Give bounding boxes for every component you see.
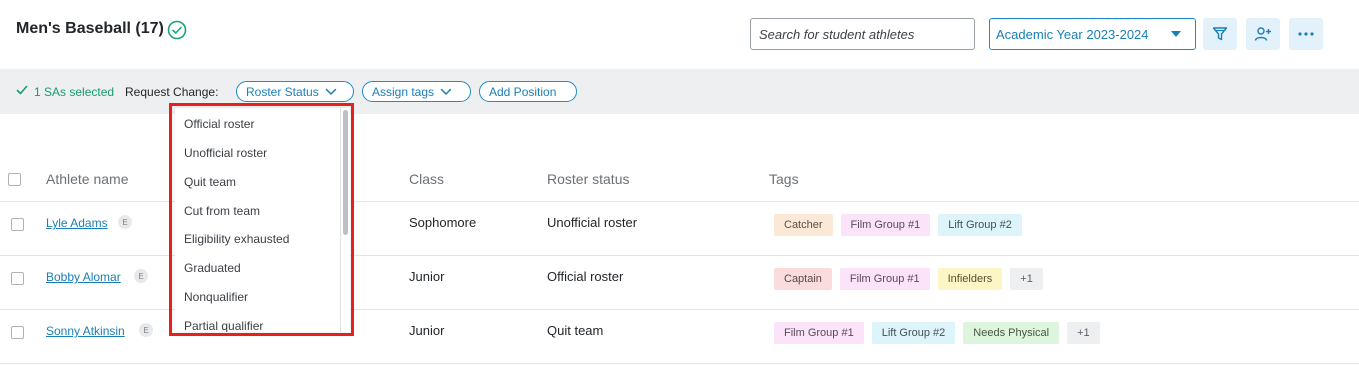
eligibility-badge: E [134,269,148,283]
roster-status-dropdown-button[interactable]: Roster Status [236,81,354,102]
athlete-name-link[interactable]: Lyle Adams [46,216,108,230]
filter-button[interactable] [1203,18,1237,50]
class-cell: Junior [409,269,445,284]
tag-chip: Catcher [774,214,833,236]
academic-year-select[interactable]: Academic Year 2023-2024 [989,18,1196,50]
class-cell: Sophomore [409,215,477,230]
scrollbar-track [340,108,341,332]
tag-list: Captain Film Group #1 Infielders +1 [774,268,1043,290]
add-position-label: Add Position [489,84,557,99]
row-checkbox[interactable] [11,326,24,339]
row-checkbox[interactable] [11,272,24,285]
verified-check-icon [167,20,187,40]
academic-year-value: Academic Year 2023-2024 [996,26,1149,42]
roster-status-menu: Official roster Unofficial roster Quit t… [175,108,350,332]
menu-item-unofficial-roster[interactable]: Unofficial roster [184,146,267,160]
tag-chip: Film Group #1 [840,214,931,236]
select-all-checkbox[interactable] [8,173,21,186]
tag-chip: Needs Physical [963,322,1060,344]
assign-tags-dropdown-button[interactable]: Assign tags [362,81,471,102]
tag-chip: +1 [1010,268,1043,290]
add-user-button[interactable] [1246,18,1280,50]
roster-status-cell: Quit team [547,323,604,338]
selected-count: 1 SAs selected [34,85,115,99]
tag-list: Film Group #1 Lift Group #2 Needs Physical… [774,322,1100,344]
menu-item-official-roster[interactable]: Official roster [184,117,254,131]
caret-down-icon [1171,31,1181,37]
menu-item-cut-from-team[interactable]: Cut from team [184,204,260,218]
eligibility-badge: E [118,215,132,229]
header-class[interactable]: Class [409,171,444,187]
menu-item-partial-qualifier[interactable]: Partial qualifier [184,319,263,332]
menu-item-quit-team[interactable]: Quit team [184,175,236,189]
class-cell: Junior [409,323,445,338]
roster-status-label: Roster Status [246,84,319,99]
chevron-down-icon [325,88,336,95]
tag-chip: Infielders [937,268,1003,290]
menu-item-graduated[interactable]: Graduated [184,261,241,275]
request-change-label: Request Change: [125,85,219,99]
menu-item-eligibility-exhausted[interactable]: Eligibility exhausted [184,232,289,246]
assign-tags-label: Assign tags [372,84,435,99]
tag-chip: Lift Group #2 [938,214,1022,236]
roster-status-cell: Unofficial roster [547,215,638,230]
filter-icon [1212,27,1228,41]
more-horizontal-icon [1298,32,1314,36]
athlete-name-link[interactable]: Sonny Atkinsin [46,324,125,338]
more-options-button[interactable] [1289,18,1323,50]
top-bar: Men's Baseball (17) Academic Year 2023-2… [0,0,1359,69]
tag-chip: Film Group #1 [839,268,930,290]
tag-chip: Captain [774,268,832,290]
eligibility-badge: E [139,323,153,337]
tag-chip: +1 [1067,322,1100,344]
search-input[interactable] [750,18,975,50]
tag-chip: Film Group #1 [774,322,864,344]
check-icon [16,85,28,95]
header-athlete-name[interactable]: Athlete name [46,171,129,187]
tag-chip: Lift Group #2 [871,322,956,344]
menu-item-nonqualifier[interactable]: Nonqualifier [184,290,248,304]
header-roster-status[interactable]: Roster status [547,171,629,187]
tag-list: Catcher Film Group #1 Lift Group #2 [774,214,1022,236]
add-position-button[interactable]: Add Position [479,81,577,102]
athlete-name-link[interactable]: Bobby Alomar [46,270,121,284]
add-user-icon [1254,27,1271,41]
row-checkbox[interactable] [11,218,24,231]
roster-status-cell: Official roster [547,269,624,284]
page-title: Men's Baseball (17) [16,20,164,37]
scrollbar-thumb[interactable] [343,110,348,235]
chevron-down-icon [440,88,452,95]
header-tags: Tags [769,171,799,187]
